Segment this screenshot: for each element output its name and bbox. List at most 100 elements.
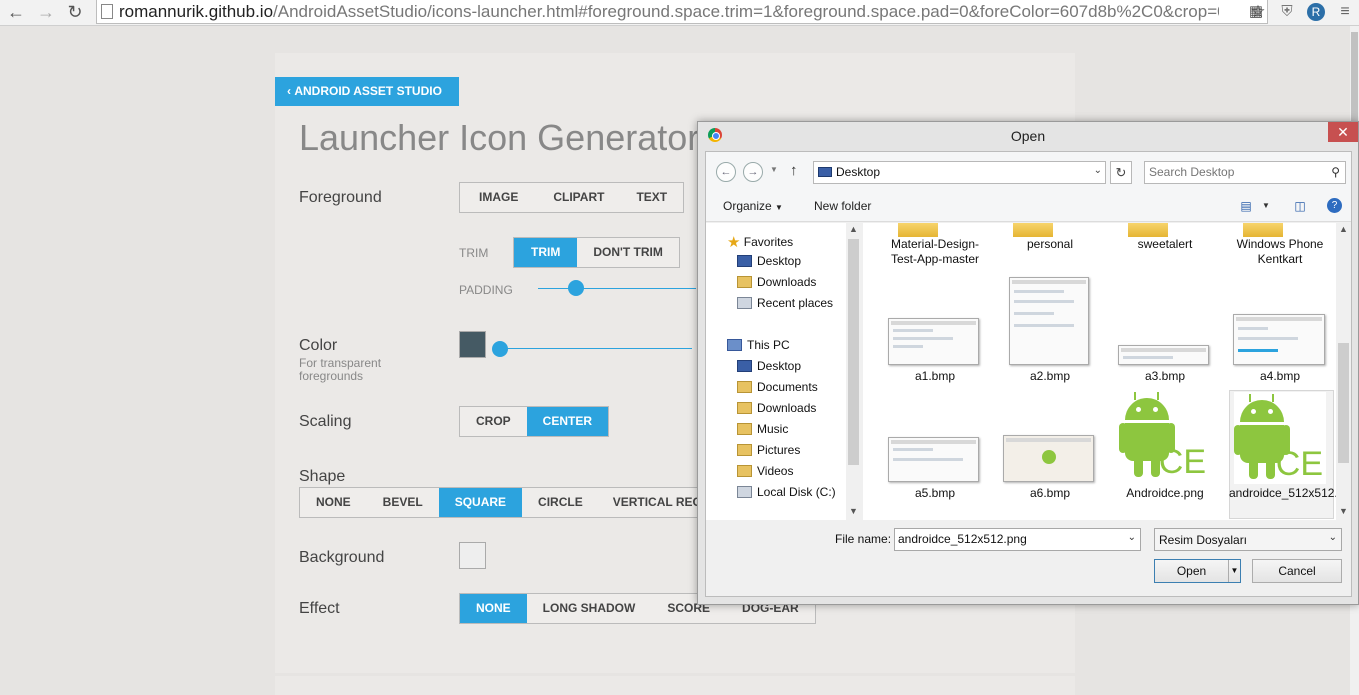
shape-none-button[interactable]: NONE xyxy=(300,488,367,517)
trim-button[interactable]: TRIM xyxy=(514,238,578,267)
folder-item[interactable]: personal xyxy=(996,237,1104,252)
refresh-icon[interactable]: ↻ xyxy=(1110,161,1132,184)
nav-fav-downloads[interactable]: Downloads xyxy=(737,275,816,289)
scroll-up-icon[interactable]: ▲ xyxy=(1339,224,1348,234)
cancel-button[interactable]: Cancel xyxy=(1252,559,1342,583)
nav-pc-pictures-label: Pictures xyxy=(757,443,801,457)
nav-fav-desktop[interactable]: Desktop xyxy=(737,254,801,268)
file-item[interactable]: a4.bmp xyxy=(1226,369,1334,384)
color-alpha-slider-knob[interactable] xyxy=(492,341,508,357)
view-options-icon[interactable]: ▤ xyxy=(1238,198,1254,214)
android-head xyxy=(1125,398,1169,420)
search-box[interactable]: ⚲ xyxy=(1144,161,1346,184)
file-item[interactable]: a5.bmp xyxy=(881,486,989,501)
shape-vertical-rect-button[interactable]: VERTICAL REC xyxy=(599,488,697,517)
file-list-scrollbar[interactable]: ▲ ▼ xyxy=(1336,223,1351,520)
scroll-down-icon[interactable]: ▼ xyxy=(849,506,858,516)
nav-pc-local-disk[interactable]: Local Disk (C:) xyxy=(737,485,836,499)
folder-item[interactable]: Windows Phone Kentkart xyxy=(1226,237,1334,267)
shield-icon[interactable]: ⛨ xyxy=(1277,2,1297,22)
scroll-down-icon[interactable]: ▼ xyxy=(1339,506,1348,516)
nav-favorites[interactable]: ★ Favorites xyxy=(727,233,793,251)
forward-icon[interactable]: → xyxy=(743,162,763,182)
dont-trim-button[interactable]: DON'T TRIM xyxy=(577,238,679,267)
preview-pane-icon[interactable]: ◫ xyxy=(1292,198,1308,214)
nav-scrollbar-thumb[interactable] xyxy=(848,239,859,465)
chevron-down-icon[interactable]: ⌄ xyxy=(1094,165,1102,176)
background-label: Background xyxy=(299,549,385,566)
menu-icon[interactable]: ≡ xyxy=(1335,2,1355,22)
profile-extension-icon[interactable]: R xyxy=(1307,3,1325,21)
file-item[interactable]: a2.bmp xyxy=(996,369,1104,384)
android-asset-studio-button[interactable]: ‹ ANDROID ASSET STUDIO xyxy=(275,77,459,106)
color-swatch[interactable] xyxy=(459,331,486,358)
navigation-pane: ★ Favorites Desktop Downloads Recent pla… xyxy=(706,223,861,520)
search-input[interactable] xyxy=(1149,165,1319,179)
new-folder-button[interactable]: New folder xyxy=(814,199,871,213)
music-folder-icon xyxy=(737,423,752,435)
chevron-down-icon[interactable]: ⌄ xyxy=(1128,532,1136,543)
nav-scrollbar[interactable]: ▲ ▼ xyxy=(846,223,861,520)
file-item[interactable]: a6.bmp xyxy=(996,486,1104,501)
file-scrollbar-thumb[interactable] xyxy=(1338,343,1349,463)
computer-icon xyxy=(727,339,742,351)
nav-pc-pictures[interactable]: Pictures xyxy=(737,443,800,457)
nav-pc-videos-label: Videos xyxy=(757,464,794,478)
color-alpha-slider-track[interactable] xyxy=(500,348,692,349)
padding-slider-track[interactable] xyxy=(538,288,696,289)
file-type-select[interactable]: Resim Dosyaları ⌄ xyxy=(1154,528,1342,551)
folder-item[interactable]: Material-Design-Test-App-master xyxy=(881,237,989,267)
close-icon[interactable]: ✕ xyxy=(1328,122,1358,142)
nav-pc-desktop[interactable]: Desktop xyxy=(737,359,801,373)
folder-item[interactable]: sweetalert xyxy=(1111,237,1219,252)
background-swatch[interactable] xyxy=(459,542,486,569)
location-bar[interactable]: Desktop ⌄ xyxy=(813,161,1106,184)
star-bookmark-icon[interactable]: ☆ xyxy=(1248,2,1268,22)
nav-pc-documents[interactable]: Documents xyxy=(737,380,818,394)
open-dropdown-icon[interactable]: ▼ xyxy=(1228,560,1240,582)
tab-image[interactable]: IMAGE xyxy=(460,183,537,212)
nav-pc-downloads[interactable]: Downloads xyxy=(737,401,816,415)
chevron-down-icon[interactable]: ▼ xyxy=(1258,198,1274,214)
scaling-selector: CROP CENTER xyxy=(459,406,610,437)
back-arrow-icon[interactable]: ← xyxy=(4,1,28,23)
nav-pc-music[interactable]: Music xyxy=(737,422,788,436)
crop-button[interactable]: CROP xyxy=(460,407,527,436)
file-item[interactable]: a3.bmp xyxy=(1111,369,1219,384)
forward-arrow-icon[interactable]: → xyxy=(34,1,58,23)
back-icon[interactable]: ← xyxy=(716,162,736,182)
android-antenna xyxy=(1134,392,1136,400)
reload-icon[interactable]: ↻ xyxy=(63,1,87,23)
url-text[interactable]: romannurik.github.io/AndroidAssetStudio/… xyxy=(119,2,1219,22)
dialog-title: Open xyxy=(1010,128,1046,144)
organize-button[interactable]: Organize ▼ xyxy=(723,199,783,213)
effect-none-button[interactable]: NONE xyxy=(460,594,527,623)
file-name-field[interactable]: ⌄ xyxy=(894,528,1141,551)
file-item-selected-label[interactable]: androidce_512x512.png xyxy=(1229,486,1351,501)
shape-bevel-button[interactable]: BEVEL xyxy=(367,488,439,517)
chevron-down-icon: ⌄ xyxy=(1328,532,1337,543)
help-icon[interactable]: ? xyxy=(1327,198,1342,213)
dialog-titlebar[interactable]: Open ✕ xyxy=(698,122,1358,150)
nav-pc-videos[interactable]: Videos xyxy=(737,464,793,478)
scroll-up-icon[interactable]: ▲ xyxy=(849,224,858,234)
nav-this-pc[interactable]: This PC xyxy=(727,338,790,352)
address-bar[interactable]: romannurik.github.io/AndroidAssetStudio/… xyxy=(96,0,1268,24)
padding-slider-knob[interactable] xyxy=(568,280,584,296)
url-host: romannurik.github.io xyxy=(119,2,274,21)
nav-fav-recent[interactable]: Recent places xyxy=(737,296,833,310)
nav-pc-desktop-label: Desktop xyxy=(757,359,802,373)
up-arrow-icon[interactable]: ↑ xyxy=(790,162,798,179)
shape-square-button[interactable]: SQUARE xyxy=(438,488,523,517)
shape-circle-button[interactable]: CIRCLE xyxy=(522,488,599,517)
effect-long-shadow-button[interactable]: LONG SHADOW xyxy=(527,594,652,623)
file-item[interactable]: Androidce.png xyxy=(1111,486,1219,501)
android-leg xyxy=(1266,461,1275,479)
file-name-input[interactable] xyxy=(898,532,1120,546)
center-button[interactable]: CENTER xyxy=(526,407,609,436)
open-button[interactable]: Open ▼ xyxy=(1154,559,1241,583)
tab-text[interactable]: TEXT xyxy=(620,183,683,212)
file-item[interactable]: a1.bmp xyxy=(881,369,989,384)
tab-clipart[interactable]: CLIPART xyxy=(537,183,620,212)
recent-locations-icon[interactable]: ▼ xyxy=(770,165,778,174)
